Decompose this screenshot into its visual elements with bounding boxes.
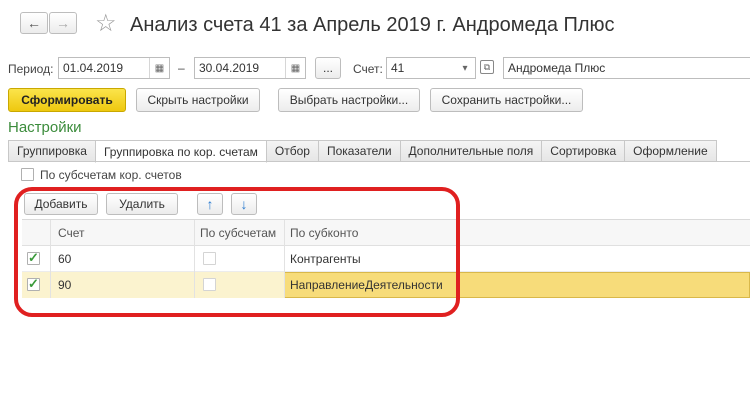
period-to-value: 30.04.2019 <box>199 61 260 75</box>
page-title: Анализ счета 41 за Апрель 2019 г. Андром… <box>130 14 615 36</box>
tab-sorting[interactable]: Сортировка <box>541 140 626 162</box>
calendar-icon[interactable]: ▦ <box>149 58 169 78</box>
account-value: 41 <box>391 61 405 75</box>
choose-settings-button[interactable]: Выбрать настройки... <box>278 88 420 112</box>
highlight-annotation <box>14 187 460 317</box>
favorite-star-icon[interactable]: ☆ <box>95 9 117 38</box>
period-label: Период: <box>8 62 54 76</box>
forward-button[interactable]: → <box>49 12 77 34</box>
organization-value: Андромеда Плюс <box>508 61 606 75</box>
calendar-icon[interactable]: ▦ <box>285 58 305 78</box>
organization-field[interactable]: Андромеда Плюс <box>503 57 750 79</box>
arrow-left-icon: ← <box>27 15 41 31</box>
period-from-field[interactable]: 01.04.2019 ▦ <box>58 57 170 79</box>
period-from-value: 01.04.2019 <box>63 61 124 75</box>
subaccounts-checkbox[interactable] <box>21 168 34 181</box>
open-copy-icon[interactable]: ⧉ <box>480 60 494 74</box>
hide-settings-button[interactable]: Скрыть настройки <box>136 88 260 112</box>
subaccounts-label: По субсчетам кор. счетов <box>40 168 182 182</box>
save-settings-label: Сохранить настройки... <box>441 93 572 107</box>
period-select-button[interactable]: ... <box>315 57 341 79</box>
arrow-right-icon: → <box>56 15 70 31</box>
back-button[interactable]: ← <box>20 12 48 34</box>
tab-filter[interactable]: Отбор <box>265 140 319 162</box>
ellipsis-label: ... <box>322 61 333 75</box>
choose-settings-label: Выбрать настройки... <box>289 93 409 107</box>
save-settings-button[interactable]: Сохранить настройки... <box>430 88 583 112</box>
period-dash: – <box>178 61 185 75</box>
tab-grouping[interactable]: Группировка <box>8 140 96 162</box>
account-label: Счет: <box>353 62 383 76</box>
settings-tabs: Группировка Группировка по кор. счетам О… <box>8 140 717 163</box>
generate-button[interactable]: Сформировать <box>8 88 126 112</box>
tab-indicators[interactable]: Показатели <box>317 140 401 162</box>
tab-appearance[interactable]: Оформление <box>624 140 717 162</box>
period-to-field[interactable]: 30.04.2019 ▦ <box>194 57 306 79</box>
tab-grouping-corr-accounts[interactable]: Группировка по кор. счетам <box>94 140 267 163</box>
tab-additional-fields[interactable]: Дополнительные поля <box>399 140 543 162</box>
dropdown-icon[interactable]: ▾ <box>455 58 475 78</box>
account-field[interactable]: 41 ▾ <box>386 57 476 79</box>
generate-label: Сформировать <box>21 93 113 107</box>
hide-settings-label: Скрыть настройки <box>147 93 249 107</box>
settings-heading: Настройки <box>8 119 82 136</box>
